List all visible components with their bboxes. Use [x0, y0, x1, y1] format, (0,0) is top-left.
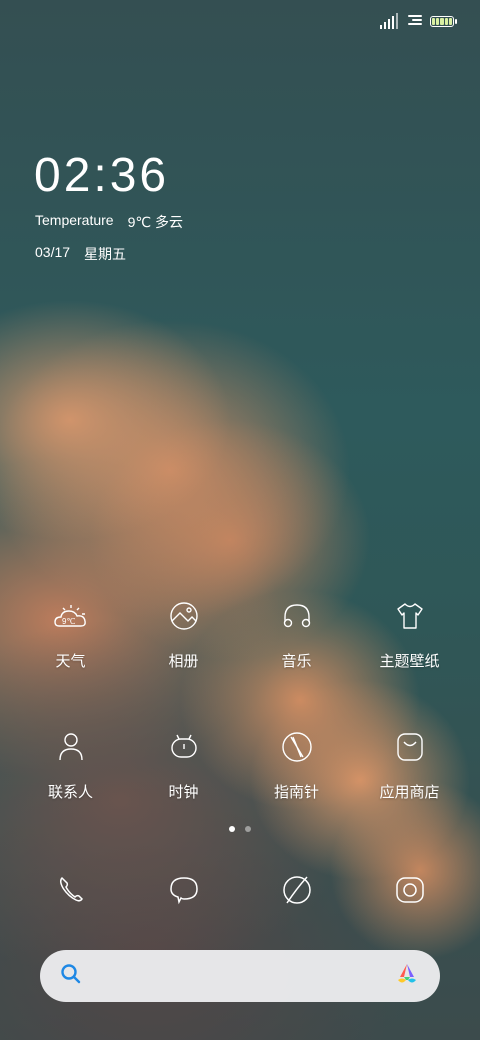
clock-icon — [164, 727, 204, 767]
battery-icon — [430, 15, 457, 27]
browser-planet-icon — [275, 868, 319, 912]
app-contacts[interactable]: 联系人 — [14, 727, 127, 802]
search-bar[interactable] — [40, 950, 440, 1002]
date-line: 03/17 星期五 — [35, 244, 126, 264]
dock-phone[interactable] — [14, 868, 127, 912]
weather-value: 9℃ 多云 — [127, 214, 183, 230]
app-gallery[interactable]: 相册 — [127, 596, 240, 671]
app-weather[interactable]: 9℃ 天气 — [14, 596, 127, 671]
app-compass[interactable]: 指南针 — [240, 727, 353, 802]
phone-icon — [49, 868, 93, 912]
network-speed-icon — [406, 14, 422, 28]
headphones-icon — [277, 596, 317, 636]
weather-label: Temperature — [35, 212, 114, 228]
dock-browser[interactable] — [240, 868, 353, 912]
person-icon — [51, 727, 91, 767]
app-label: 联系人 — [47, 784, 93, 801]
app-label: 主题壁纸 — [379, 653, 440, 670]
dock — [14, 868, 466, 912]
app-music[interactable]: 音乐 — [240, 596, 353, 671]
status-bar — [380, 10, 457, 32]
page-indicator[interactable] — [0, 826, 480, 832]
search-input[interactable] — [96, 966, 380, 986]
app-label: 天气 — [55, 653, 86, 670]
signal-icon — [380, 13, 398, 29]
weather-icon: 9℃ — [51, 596, 91, 636]
app-label: 应用商店 — [379, 784, 440, 801]
app-label: 时钟 — [168, 784, 199, 801]
dock-camera[interactable] — [353, 868, 466, 912]
camera-icon — [388, 868, 432, 912]
app-label: 指南针 — [273, 784, 319, 801]
app-label: 相册 — [168, 653, 199, 670]
gallery-icon — [164, 596, 204, 636]
app-themes[interactable]: 主题壁纸 — [353, 596, 466, 671]
tshirt-icon — [390, 596, 430, 636]
svg-text:9℃: 9℃ — [62, 617, 75, 626]
dock-messages[interactable] — [127, 868, 240, 912]
app-grid: 9℃ 天气 相册 音乐 主题壁纸 联系人 时钟 指南针 应用商店 — [14, 596, 466, 802]
store-bag-icon — [390, 727, 430, 767]
message-bubble-icon — [162, 868, 206, 912]
weather-line[interactable]: Temperature 9℃ 多云 — [35, 212, 183, 232]
compass-icon — [277, 727, 317, 767]
app-label: 音乐 — [281, 653, 312, 670]
app-store[interactable]: 应用商店 — [353, 727, 466, 802]
lockscreen-clock[interactable]: 02:36 — [34, 148, 169, 203]
app-clock[interactable]: 时钟 — [127, 727, 240, 802]
date-text: 03/17 — [35, 244, 71, 260]
search-icon[interactable] — [60, 963, 82, 990]
page-dot[interactable] — [245, 826, 251, 832]
assistant-logo-icon[interactable] — [394, 961, 420, 992]
page-dot-active[interactable] — [229, 826, 235, 832]
weekday-text: 星期五 — [84, 246, 127, 262]
